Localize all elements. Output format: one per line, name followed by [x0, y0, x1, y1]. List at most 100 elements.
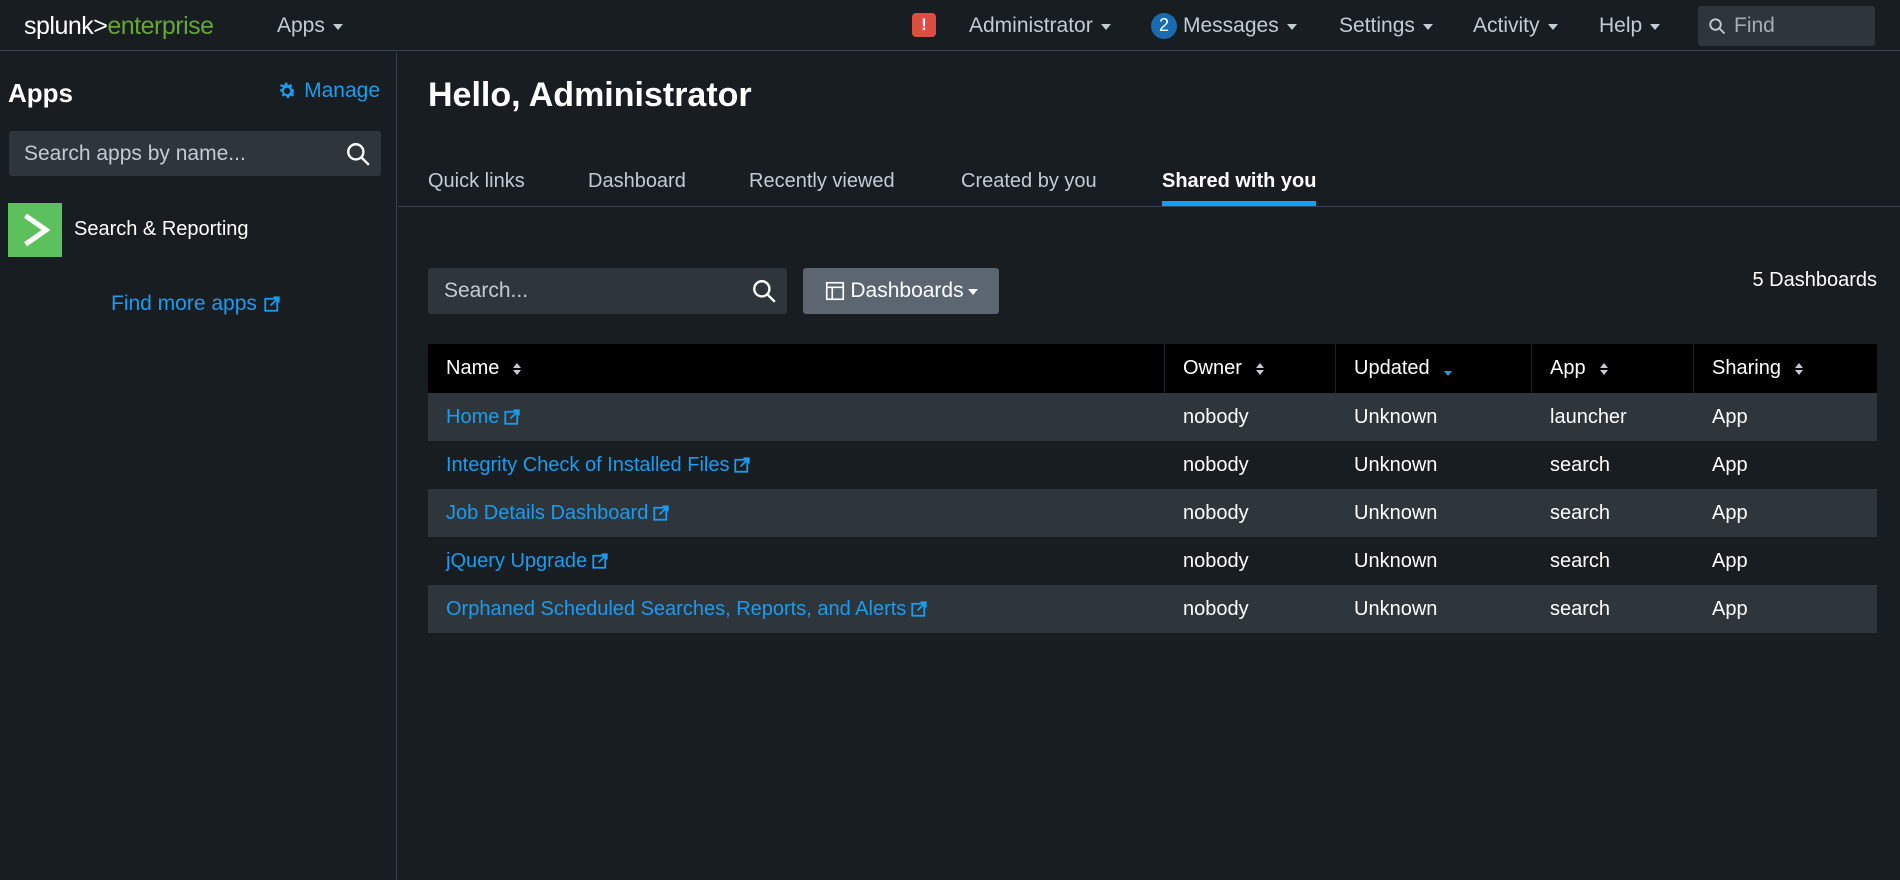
apps-menu-label: Apps [277, 13, 325, 37]
find-more-label: Find more apps [111, 292, 257, 315]
dashboard-icon [826, 281, 845, 301]
cell-updated: Unknown [1354, 549, 1438, 572]
messages-menu-label: Messages [1183, 13, 1279, 37]
dashboard-link[interactable]: Job Details Dashboard [446, 502, 670, 525]
dashboard-link-label: Home [446, 405, 500, 428]
chevron-down-icon [1100, 23, 1111, 30]
dashboard-search-placeholder: Search... [444, 279, 529, 302]
tab-recently-viewed[interactable]: Recently viewed [749, 170, 895, 193]
chevron-down-icon [967, 289, 978, 295]
cell-sharing: App [1712, 549, 1748, 572]
settings-menu-label: Settings [1339, 13, 1415, 37]
cell-updated: Unknown [1354, 597, 1438, 620]
cell-updated: Unknown [1354, 453, 1438, 476]
cell-owner: nobody [1183, 501, 1249, 524]
splunk-logo[interactable]: splunk>enterprise [24, 12, 214, 41]
filter-label: Dashboards [850, 279, 964, 302]
search-icon [1709, 18, 1726, 35]
tab-created-by-you[interactable]: Created by you [961, 170, 1097, 193]
external-link-icon [592, 553, 608, 569]
cell-name: Integrity Check of Installed Files [428, 441, 1165, 489]
cell-app: search [1550, 597, 1611, 620]
cell-app: search [1550, 453, 1611, 476]
external-link-icon [504, 409, 521, 425]
app-search-input[interactable]: Search apps by name... [9, 131, 381, 176]
sort-icon [1255, 362, 1264, 375]
sort-descending-icon [1443, 371, 1452, 376]
chevron-down-icon [332, 23, 343, 30]
sort-icon [1794, 362, 1803, 375]
app-label: Search & Reporting [74, 218, 249, 240]
cell-name: Job Details Dashboard [428, 489, 1165, 537]
chevron-down-icon [1286, 23, 1297, 30]
dashboard-link[interactable]: Home [446, 406, 521, 429]
column-header-name[interactable]: Name [428, 344, 1165, 393]
external-link-icon [911, 601, 927, 617]
dashboard-link-label: Job Details Dashboard [446, 501, 649, 524]
help-menu[interactable]: Help [1599, 0, 1661, 51]
chevron-down-icon [1547, 23, 1558, 30]
table-row: jQuery Upgrade nobody Unknown search App [428, 537, 1877, 585]
table-row: Job Details Dashboard nobody Unknown search… [428, 489, 1877, 537]
help-menu-label: Help [1599, 13, 1643, 37]
logo-text-enterprise: enterprise [107, 12, 214, 40]
tab-dashboard[interactable]: Dashboard [588, 170, 686, 193]
apps-menu[interactable]: Apps [277, 0, 343, 51]
find-input[interactable]: Find [1698, 6, 1875, 46]
logo-text-splunk: splunk> [24, 12, 108, 40]
external-link-icon [734, 457, 751, 473]
cell-app: search [1550, 501, 1611, 524]
cell-app: search [1550, 549, 1611, 572]
external-link-icon [264, 296, 280, 312]
dashboard-link[interactable]: jQuery Upgrade [446, 550, 609, 573]
find-more-apps-link[interactable]: Find more apps [111, 292, 281, 316]
table-body: Home nobody Unknown launcher App Integrity Ch… [428, 393, 1877, 633]
cell-owner: nobody [1183, 405, 1249, 428]
column-header-label: Owner [1183, 357, 1242, 379]
active-tab-indicator [1162, 201, 1316, 206]
dashboard-link[interactable]: Integrity Check of Installed Files [446, 454, 751, 477]
cell-app: launcher [1550, 405, 1627, 428]
sort-icon [513, 362, 522, 375]
app-search-placeholder: Search apps by name... [24, 141, 246, 165]
column-header-label: Updated [1354, 357, 1430, 379]
search-icon [753, 280, 776, 303]
user-menu[interactable]: Administrator [969, 0, 1111, 51]
alert-icon[interactable]: ! [912, 13, 936, 37]
tab-shared-with-you[interactable]: Shared with you [1162, 170, 1316, 193]
dashboard-search-input[interactable]: Search... [428, 268, 787, 314]
manage-label: Manage [304, 79, 380, 102]
sidebar-item-search-reporting[interactable]: Search & Reporting [8, 202, 249, 257]
table-row: Orphaned Scheduled Searches, Reports, an… [428, 585, 1877, 633]
dashboards-filter-button[interactable]: Dashboards [803, 268, 999, 314]
dashboard-link-label: jQuery Upgrade [446, 549, 588, 572]
chevron-down-icon [1422, 23, 1433, 30]
chevron-right-icon [8, 202, 62, 257]
cell-name: Home [428, 393, 1165, 441]
column-header-owner[interactable]: Owner [1165, 344, 1336, 393]
cell-sharing: App [1712, 501, 1748, 524]
manage-apps-link[interactable]: Manage [276, 79, 380, 103]
column-header-updated[interactable]: Updated [1336, 344, 1532, 393]
dashboard-link-label: Orphaned Scheduled Searches, Reports, an… [446, 597, 907, 620]
cell-name: Orphaned Scheduled Searches, Reports, an… [428, 585, 1165, 633]
page-title: Hello, Administrator [428, 76, 752, 114]
table-row: Home nobody Unknown launcher App [428, 393, 1877, 441]
messages-count-badge: 2 [1151, 12, 1177, 39]
column-header-app[interactable]: App [1532, 344, 1694, 393]
tab-quick-links[interactable]: Quick links [428, 170, 525, 193]
activity-menu[interactable]: Activity [1473, 0, 1558, 51]
column-header-sharing[interactable]: Sharing [1694, 344, 1877, 393]
cell-sharing: App [1712, 453, 1748, 476]
top-navigation-bar: splunk>enterprise Apps ! Administrator 2… [0, 0, 1900, 51]
settings-menu[interactable]: Settings [1339, 0, 1433, 51]
sidebar-title: Apps [8, 78, 73, 108]
dashboard-link-label: Integrity Check of Installed Files [446, 453, 730, 476]
dashboard-link[interactable]: Orphaned Scheduled Searches, Reports, an… [446, 598, 928, 621]
column-header-label: App [1550, 357, 1586, 379]
messages-menu[interactable]: 2 Messages [1151, 0, 1297, 51]
alert-symbol: ! [921, 15, 927, 34]
find-placeholder: Find [1734, 14, 1775, 37]
cell-sharing: App [1712, 405, 1748, 428]
table-header: Name Owner Updated App Sharing [428, 344, 1877, 393]
